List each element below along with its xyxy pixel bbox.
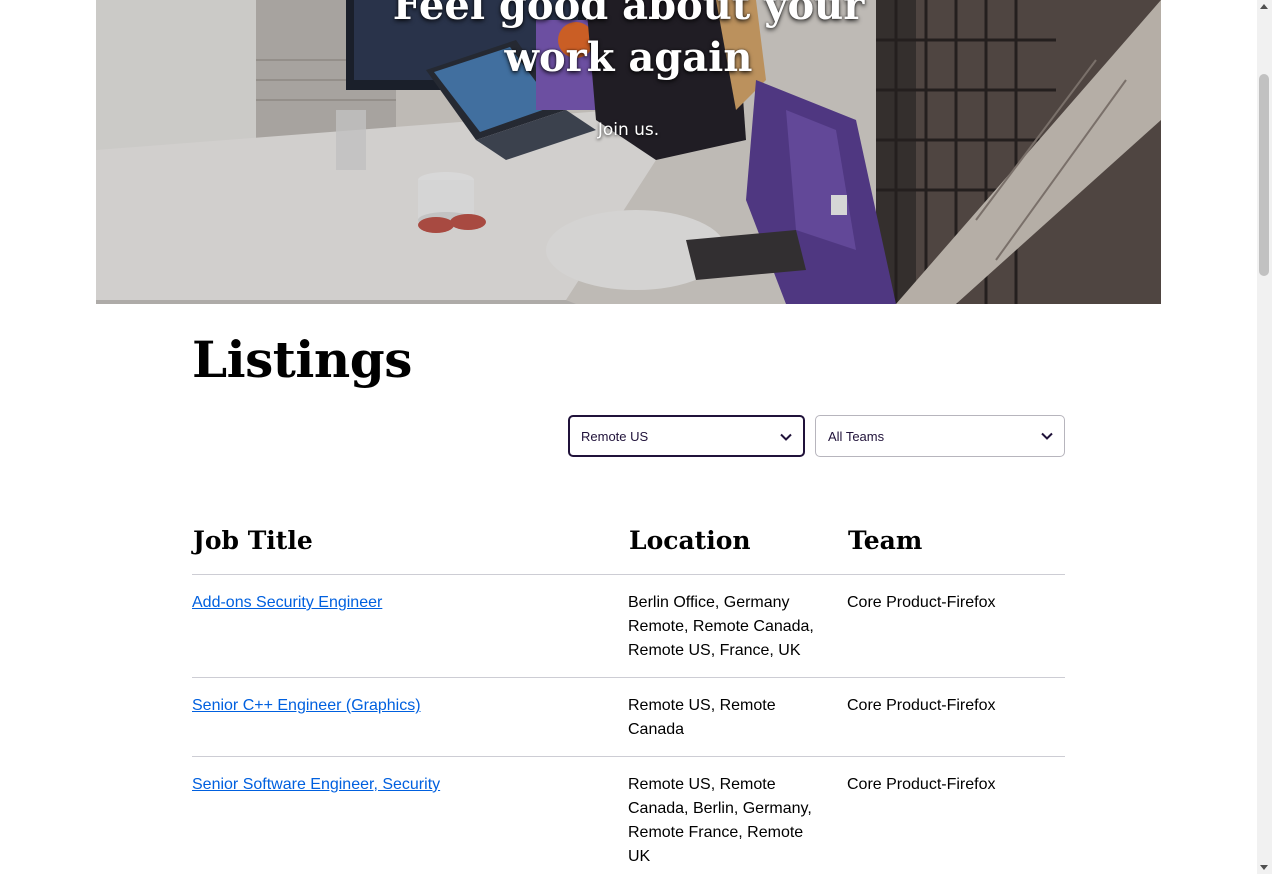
page-scrollbar[interactable]: [1257, 0, 1272, 874]
table-row: Add-ons Security Engineer Berlin Office,…: [192, 575, 1065, 678]
table-row: Senior C++ Engineer (Graphics) Remote US…: [192, 678, 1065, 757]
job-location: Remote US, Remote Canada: [628, 697, 776, 738]
location-filter-select[interactable]: Remote US: [568, 415, 805, 457]
table-row: Senior Software Engineer, Security Remot…: [192, 757, 1065, 874]
job-location: Berlin Office, Germany Remote, Remote Ca…: [628, 594, 814, 659]
page: Feel good about your work again Join us.…: [0, 0, 1257, 874]
hero-heading: Feel good about your work again: [392, 0, 865, 81]
job-link[interactable]: Senior C++ Engineer (Graphics): [192, 697, 421, 714]
scrollbar-thumb[interactable]: [1259, 74, 1269, 276]
job-team: Core Product-Firefox: [847, 697, 996, 714]
team-filter-select[interactable]: All Teams: [815, 415, 1065, 457]
hero-banner: Feel good about your work again Join us.: [96, 0, 1161, 304]
team-filter-value: All Teams: [828, 428, 885, 444]
chevron-down-icon: [1041, 432, 1053, 440]
column-header-job-title: Job Title: [193, 526, 313, 555]
job-location: Remote US, Remote Canada, Berlin, German…: [628, 776, 812, 865]
location-filter-value: Remote US: [581, 428, 649, 444]
listings-table: Job Title Location Team Add-ons Security…: [192, 520, 1065, 874]
job-link[interactable]: Senior Software Engineer, Security: [192, 776, 440, 793]
hero-subheading: Join us.: [597, 120, 660, 140]
job-link[interactable]: Add-ons Security Engineer: [192, 594, 382, 611]
chevron-down-icon: [780, 433, 792, 441]
column-header-team: Team: [848, 526, 923, 555]
table-header: Job Title Location Team: [192, 520, 1065, 575]
job-team: Core Product-Firefox: [847, 776, 996, 793]
column-header-location: Location: [629, 526, 751, 555]
listings-title: Listings: [192, 330, 412, 389]
scroll-down-arrow-icon[interactable]: [1260, 865, 1268, 870]
job-team: Core Product-Firefox: [847, 594, 996, 611]
scroll-up-arrow-icon[interactable]: [1260, 4, 1268, 9]
